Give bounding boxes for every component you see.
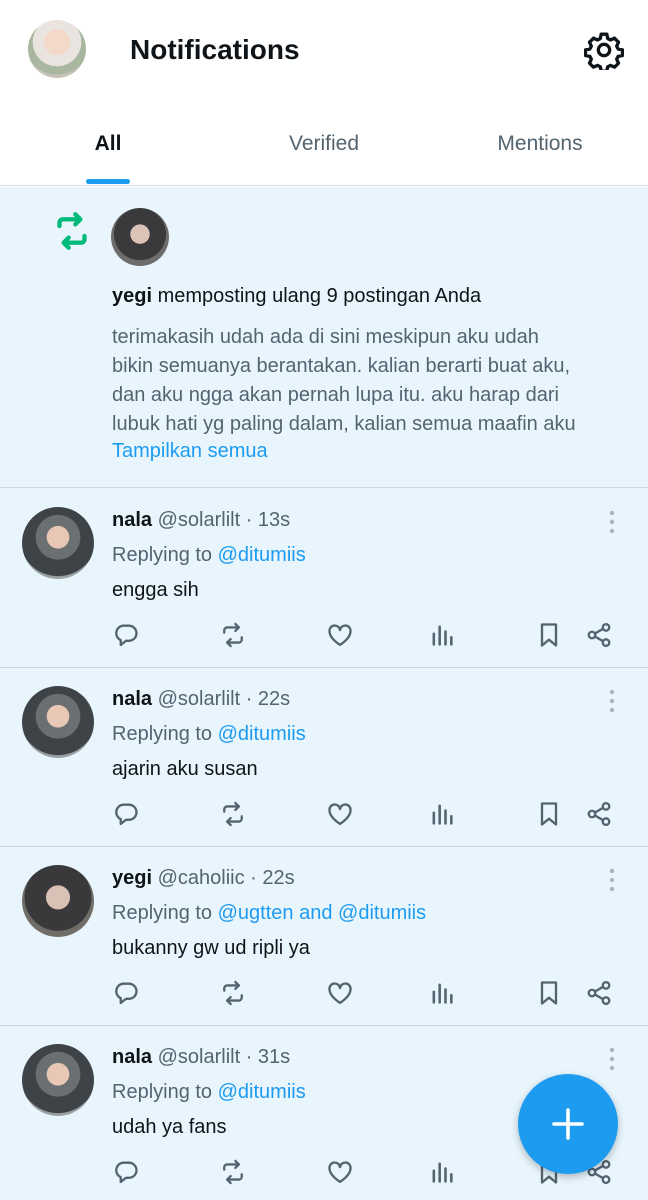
more-options-icon[interactable] — [606, 688, 618, 714]
avatar[interactable] — [22, 865, 94, 937]
reply-target-link[interactable]: @ditumiis — [218, 723, 306, 745]
like-icon[interactable] — [326, 800, 354, 828]
profile-avatar[interactable] — [28, 20, 86, 78]
top-bar: Notifications — [0, 0, 648, 100]
avatar[interactable] — [22, 686, 94, 758]
share-icon[interactable] — [585, 621, 613, 649]
more-options-icon[interactable] — [606, 867, 618, 893]
post-header: nala @solarlilt · 13s — [112, 509, 290, 532]
post-text-line: terimakasih udah ada di sini meskipun ak… — [112, 326, 539, 348]
views-icon[interactable] — [428, 1158, 456, 1186]
user-name[interactable]: nala — [112, 688, 152, 710]
gear-icon[interactable] — [583, 30, 625, 73]
repost-summary: yegi memposting ulang 9 postingan Anda — [112, 285, 481, 308]
views-icon[interactable] — [428, 800, 456, 828]
post-text: udah ya fans — [112, 1116, 227, 1138]
reply-icon[interactable] — [112, 800, 140, 828]
tab-verified[interactable]: Verified — [216, 132, 432, 156]
more-options-icon[interactable] — [606, 509, 618, 535]
list-item[interactable]: nala @solarlilt · 13s Replying to @ditum… — [0, 489, 648, 668]
show-all-link[interactable]: Tampilkan semua — [112, 440, 268, 463]
reply-prefix: Replying to — [112, 1081, 213, 1103]
more-options-icon[interactable] — [606, 1046, 618, 1072]
page-title: Notifications — [130, 34, 300, 65]
user-name[interactable]: yegi — [112, 285, 152, 307]
compose-button[interactable] — [518, 1074, 618, 1174]
share-icon[interactable] — [585, 800, 613, 828]
bookmark-icon[interactable] — [535, 621, 563, 649]
replying-to: Replying to @ditumiis — [112, 1081, 306, 1104]
post-header: nala @solarlilt · 31s — [112, 1046, 290, 1069]
handle-time: @solarlilt · 13s — [157, 509, 291, 531]
reply-target-link[interactable]: @ugtten and @ditumiis — [218, 902, 427, 924]
post-header: yegi @caholiic · 22s — [112, 867, 295, 890]
user-name[interactable]: yegi — [112, 867, 152, 889]
repost-notification[interactable]: yegi memposting ulang 9 postingan Anda t… — [0, 187, 648, 488]
avatar[interactable] — [111, 208, 169, 266]
bookmark-icon[interactable] — [535, 800, 563, 828]
post-text-line: bikin semuanya berantakan. kalian berart… — [112, 355, 571, 377]
list-item[interactable]: yegi @caholiic · 22s Replying to @ugtten… — [0, 847, 648, 1026]
like-icon[interactable] — [326, 1158, 354, 1186]
post-text: engga sih — [112, 579, 199, 601]
reposted-post-text: terimakasih udah ada di sini meskipun ak… — [112, 323, 627, 439]
handle-time: @caholiic · 22s — [157, 867, 295, 889]
user-name[interactable]: nala — [112, 1046, 152, 1068]
avatar[interactable] — [22, 1044, 94, 1116]
post-text: ajarin aku susan — [112, 758, 258, 780]
user-name[interactable]: nala — [112, 509, 152, 531]
plus-icon — [552, 1108, 584, 1140]
reply-prefix: Replying to — [112, 544, 213, 566]
notification-feed[interactable]: yegi memposting ulang 9 postingan Anda t… — [0, 187, 648, 1200]
list-item[interactable]: nala @solarlilt · 22s Replying to @ditum… — [0, 668, 648, 847]
post-text-line: dan aku ngga akan pernah lupa itu. aku h… — [112, 384, 560, 406]
reply-icon[interactable] — [112, 621, 140, 649]
like-icon[interactable] — [326, 979, 354, 1007]
reply-target-link[interactable]: @ditumiis — [218, 1081, 306, 1103]
tab-all[interactable]: All — [0, 132, 216, 156]
replying-to: Replying to @ditumiis — [112, 544, 306, 567]
post-actions — [0, 621, 648, 651]
views-icon[interactable] — [428, 979, 456, 1007]
reply-target-link[interactable]: @ditumiis — [218, 544, 306, 566]
like-icon[interactable] — [326, 621, 354, 649]
avatar[interactable] — [22, 507, 94, 579]
handle-time: @solarlilt · 31s — [157, 1046, 291, 1068]
share-icon[interactable] — [585, 979, 613, 1007]
handle-time: @solarlilt · 22s — [157, 688, 291, 710]
bookmark-icon[interactable] — [535, 979, 563, 1007]
post-actions — [0, 800, 648, 830]
retweet-icon[interactable] — [219, 621, 247, 649]
reply-prefix: Replying to — [112, 723, 213, 745]
views-icon[interactable] — [428, 621, 456, 649]
reply-prefix: Replying to — [112, 902, 213, 924]
repost-action-text: memposting ulang 9 postingan Anda — [157, 285, 482, 307]
replying-to: Replying to @ugtten and @ditumiis — [112, 902, 426, 925]
active-tab-indicator — [86, 179, 130, 184]
repost-icon — [50, 211, 94, 251]
post-actions — [0, 979, 648, 1009]
retweet-icon[interactable] — [219, 979, 247, 1007]
post-header: nala @solarlilt · 22s — [112, 688, 290, 711]
retweet-icon[interactable] — [219, 800, 247, 828]
reply-icon[interactable] — [112, 979, 140, 1007]
post-text-line: lubuk hati yg paling dalam, kalian semua… — [112, 413, 576, 435]
reply-icon[interactable] — [112, 1158, 140, 1186]
post-text: bukanny gw ud ripli ya — [112, 937, 310, 959]
replying-to: Replying to @ditumiis — [112, 723, 306, 746]
retweet-icon[interactable] — [219, 1158, 247, 1186]
notification-tabs: All Verified Mentions — [0, 100, 648, 186]
tab-mentions[interactable]: Mentions — [432, 132, 648, 156]
